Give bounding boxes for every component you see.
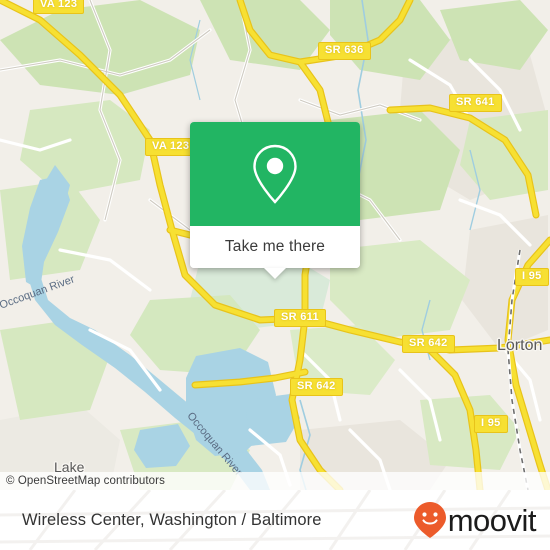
road-shield: VA 123 (33, 0, 85, 14)
map-pin-icon (253, 144, 297, 204)
road-shield: I 95 (474, 415, 508, 433)
moovit-wordmark: moovit (447, 502, 537, 538)
road-shield: SR 642 (402, 335, 455, 353)
place-label-lorton: Lorton (497, 337, 543, 354)
moovit-place-card-screenshot: VA 123 SR 636 SR 641 VA 123 I 95 SR 611 … (0, 0, 550, 550)
road-shield: SR 642 (290, 378, 343, 396)
moovit-pin-smiley-icon (413, 502, 446, 538)
popup-icon-area (190, 122, 360, 226)
osm-attribution[interactable]: © OpenStreetMap contributors (0, 472, 550, 490)
road-shield: SR 636 (318, 42, 371, 60)
road-shield: I 95 (515, 268, 549, 286)
place-popup-card[interactable]: Take me there (190, 122, 360, 279)
road-shield: VA 123 (145, 138, 197, 156)
take-me-there-button[interactable]: Take me there (190, 226, 360, 268)
popup-pointer (264, 268, 286, 279)
road-shield: SR 611 (274, 309, 326, 327)
place-title: Wireless Center, Washington / Baltimore (22, 510, 322, 529)
road-shield: SR 641 (449, 94, 502, 112)
moovit-brand[interactable]: moovit (413, 501, 537, 539)
take-me-there-label: Take me there (224, 238, 326, 255)
bottom-info-bar: Wireless Center, Washington / Baltimore … (0, 490, 550, 550)
